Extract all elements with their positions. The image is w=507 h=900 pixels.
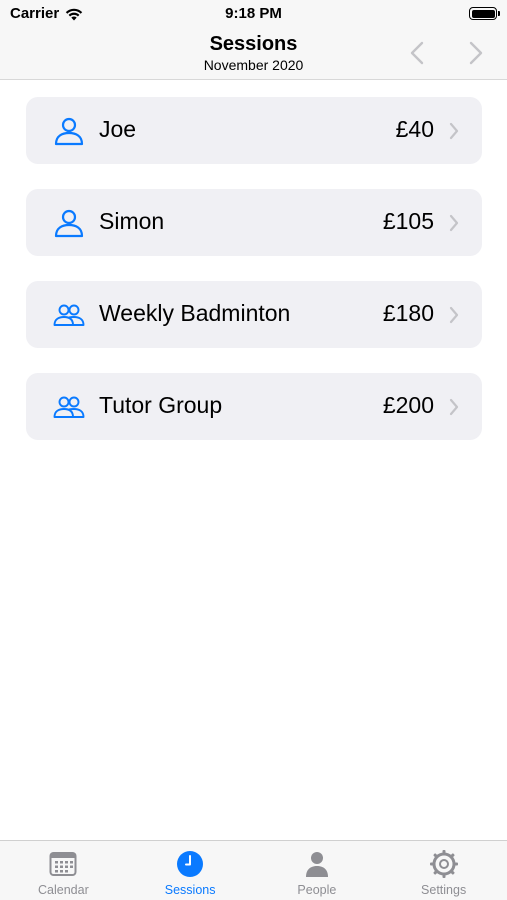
session-amount: £200 bbox=[382, 392, 434, 418]
chevron-right-icon bbox=[449, 398, 459, 416]
session-amount: £40 bbox=[395, 116, 434, 142]
session-amount: £105 bbox=[382, 208, 434, 234]
session-name: Joe bbox=[99, 116, 137, 142]
session-row-weekly-badminton[interactable]: Weekly Badminton £180 bbox=[26, 281, 482, 348]
tab-calendar[interactable]: Calendar bbox=[0, 841, 127, 900]
previous-month-button[interactable] bbox=[405, 40, 431, 66]
tab-sessions[interactable]: Sessions bbox=[127, 841, 254, 900]
navigation-bar: Sessions November 2020 bbox=[0, 28, 507, 80]
tab-label: Sessions bbox=[164, 883, 216, 897]
tab-bar: Calendar Sessions People Settings bbox=[0, 840, 507, 900]
tab-settings[interactable]: Settings bbox=[380, 841, 507, 900]
person-icon bbox=[54, 209, 84, 238]
session-row-tutor-group[interactable]: Tutor Group £200 bbox=[26, 373, 482, 440]
chevron-right-icon bbox=[449, 214, 459, 232]
group-icon bbox=[53, 396, 85, 418]
gear-icon bbox=[429, 850, 458, 878]
session-row-simon[interactable]: Simon £105 bbox=[26, 189, 482, 256]
person-icon bbox=[305, 852, 328, 877]
chevron-right-icon bbox=[449, 306, 459, 324]
calendar-icon bbox=[49, 852, 77, 876]
session-name: Simon bbox=[99, 208, 165, 234]
tab-label: People bbox=[297, 883, 337, 897]
session-name: Weekly Badminton bbox=[99, 300, 291, 326]
session-amount: £180 bbox=[382, 300, 434, 326]
sessions-list: Joe £40 Simon £105 Weekly Badminton £180… bbox=[26, 97, 482, 465]
group-icon bbox=[53, 304, 85, 326]
session-row-joe[interactable]: Joe £40 bbox=[26, 97, 482, 164]
battery-icon bbox=[469, 7, 500, 20]
tab-label: Calendar bbox=[38, 883, 89, 897]
session-name: Tutor Group bbox=[99, 392, 223, 418]
tab-label: Settings bbox=[421, 883, 467, 897]
tab-people[interactable]: People bbox=[254, 841, 381, 900]
chevron-right-icon bbox=[449, 122, 459, 140]
screen: Carrier 9:18 PM Sessions November 2020 J… bbox=[0, 0, 507, 900]
person-icon bbox=[54, 117, 84, 146]
status-time: 9:18 PM bbox=[225, 5, 282, 22]
status-bar: Carrier 9:18 PM bbox=[0, 0, 507, 28]
next-month-button[interactable] bbox=[462, 40, 488, 66]
clock-icon bbox=[177, 851, 204, 877]
